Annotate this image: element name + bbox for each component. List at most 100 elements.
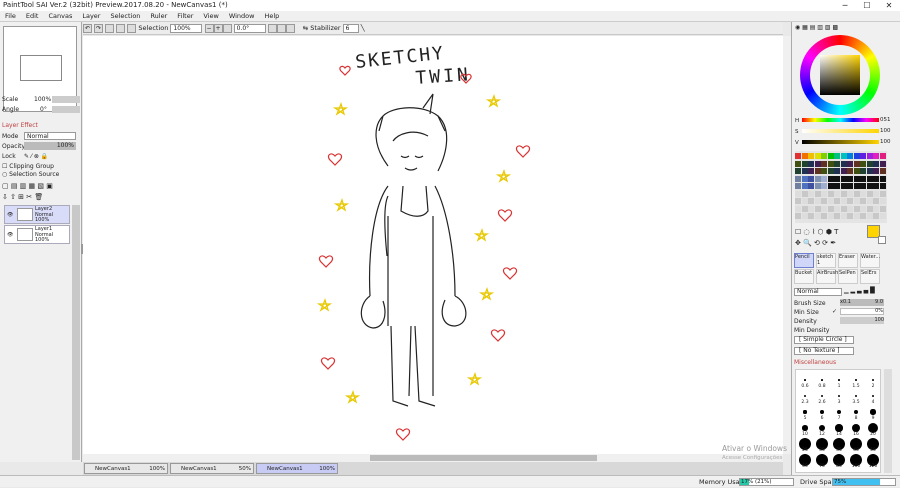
palette-swatch[interactable] (795, 168, 801, 174)
tool-selpen[interactable]: SelPen (838, 269, 858, 284)
palette-swatch[interactable] (873, 153, 879, 159)
deselect-button[interactable] (105, 23, 115, 33)
palette-swatch[interactable] (866, 205, 873, 212)
rotate-right-button[interactable] (276, 23, 286, 33)
canvas-tab[interactable]: NewCanvas1 100% (84, 463, 168, 474)
horizontal-scroll-thumb[interactable] (370, 455, 597, 461)
palette-swatch[interactable] (840, 175, 847, 182)
palette-swatch[interactable] (834, 153, 840, 159)
palette-swatch[interactable] (853, 205, 860, 212)
layer-tools-row2[interactable]: ⇩ ⇧ ⊞ ✂ 🗑 (2, 193, 78, 203)
palette-swatch[interactable] (847, 205, 853, 212)
palette-swatch[interactable] (853, 213, 860, 219)
palette-swatch[interactable] (847, 213, 853, 219)
brush-size-preset[interactable] (870, 409, 876, 415)
palette-swatch[interactable] (860, 153, 866, 159)
palette-swatch[interactable] (834, 198, 840, 204)
palette-swatch[interactable] (879, 168, 886, 174)
palette-swatch[interactable] (853, 175, 860, 182)
invert-selection-button[interactable] (116, 23, 126, 33)
tool-pencil[interactable]: Pencil (794, 253, 814, 268)
palette-swatch[interactable] (873, 213, 879, 219)
brush-size-preset[interactable] (836, 409, 842, 415)
palette-swatch[interactable] (795, 175, 801, 182)
menu-view[interactable]: View (198, 11, 223, 22)
palette-swatch[interactable] (827, 160, 834, 167)
brush-size-preset[interactable] (871, 394, 875, 398)
palette-swatch[interactable] (827, 153, 834, 159)
palette-swatch[interactable] (853, 160, 860, 167)
tool-sketch[interactable]: sketch 1 (816, 253, 836, 268)
tool-water[interactable]: Water... (860, 253, 880, 268)
redo-button[interactable]: ↷ (94, 23, 104, 33)
palette-swatch[interactable] (847, 183, 853, 189)
palette-swatch[interactable] (821, 160, 827, 167)
lock-icons[interactable]: ✎ ⁄ ⊗ 🔒 (24, 153, 48, 160)
palette-swatch[interactable] (827, 183, 834, 189)
palette-swatch[interactable] (814, 153, 821, 159)
palette-swatch[interactable] (808, 175, 814, 182)
palette-swatch[interactable] (873, 160, 879, 167)
palette-swatch[interactable] (853, 183, 860, 189)
palette-swatch[interactable] (808, 213, 814, 219)
brush-size-preset[interactable] (835, 424, 843, 432)
palette-swatch[interactable] (840, 183, 847, 189)
minimize-button[interactable]: ─ (834, 0, 856, 11)
brush-size-preset[interactable] (855, 379, 857, 381)
undo-button[interactable]: ↶ (83, 23, 92, 33)
palette-swatch[interactable] (814, 183, 821, 189)
color-palette[interactable] (795, 151, 887, 223)
palette-swatch[interactable] (834, 190, 840, 197)
canvas-tab-active[interactable]: NewCanvas1 100% (256, 463, 338, 474)
palette-swatch[interactable] (840, 168, 847, 174)
palette-swatch[interactable] (821, 190, 827, 197)
palette-swatch[interactable] (840, 198, 847, 204)
stabilizer-select[interactable]: 6 (342, 23, 359, 33)
brush-shape-select[interactable]: [ Simple Circle ] (794, 336, 854, 344)
palette-swatch[interactable] (860, 183, 866, 189)
palette-swatch[interactable] (873, 205, 879, 212)
hue-slider[interactable] (802, 118, 879, 122)
brush-size-preset[interactable] (838, 379, 840, 381)
palette-swatch[interactable] (879, 175, 886, 182)
brush-size-scrollbar[interactable] (884, 369, 892, 473)
drawing-canvas[interactable]: SKETCHY TWIN (83, 36, 783, 454)
menu-ruler[interactable]: Ruler (145, 11, 172, 22)
palette-swatch[interactable] (795, 183, 801, 189)
palette-swatch[interactable] (860, 190, 866, 197)
palette-swatch[interactable] (808, 198, 814, 204)
layer-list-scrollbar[interactable] (72, 205, 80, 460)
palette-swatch[interactable] (814, 175, 821, 182)
zoom-out-button[interactable]: − (204, 23, 214, 33)
brush-size-preset[interactable] (854, 394, 858, 398)
palette-swatch[interactable] (814, 205, 821, 212)
tool-airbrush[interactable]: AirBrush (816, 269, 838, 284)
palette-swatch[interactable] (860, 168, 866, 174)
angle-field[interactable]: 0.0° (233, 23, 266, 33)
palette-swatch[interactable] (808, 160, 814, 167)
vertical-scrollbar[interactable] (783, 36, 791, 454)
zoom-reset-button[interactable] (222, 23, 232, 33)
palette-swatch[interactable] (847, 198, 853, 204)
palette-swatch[interactable] (840, 205, 847, 212)
palette-swatch[interactable] (808, 190, 814, 197)
brush-size-preset[interactable] (820, 394, 824, 398)
brush-size-preset[interactable] (818, 424, 826, 432)
menu-selection[interactable]: Selection (105, 11, 145, 22)
layer-item[interactable]: 👁 Layer1 Normal 100% (4, 225, 70, 244)
color-mode-tabs[interactable]: ◉ ▦ ▤ ▥ ▧ ▩ (795, 24, 885, 33)
palette-swatch[interactable] (827, 205, 834, 212)
palette-swatch[interactable] (814, 213, 821, 219)
palette-swatch[interactable] (853, 168, 860, 174)
palette-swatch[interactable] (834, 175, 840, 182)
brush-size-preset[interactable] (851, 423, 861, 433)
brush-size-preset[interactable] (802, 425, 808, 431)
palette-swatch[interactable] (808, 183, 814, 189)
brush-size-preset[interactable] (821, 379, 823, 381)
palette-swatch[interactable] (847, 190, 853, 197)
palette-swatch[interactable] (879, 153, 886, 159)
sv-square[interactable] (820, 55, 860, 95)
brush-texture-select[interactable]: [ No Texture ] (794, 347, 854, 355)
selection-tools[interactable]: ☐ ◌ ⌇ ⬡ ⬢ T ✥ 🔍 ⟲ ⟳ ✒ (795, 227, 867, 251)
saturation-slider[interactable] (802, 129, 879, 133)
